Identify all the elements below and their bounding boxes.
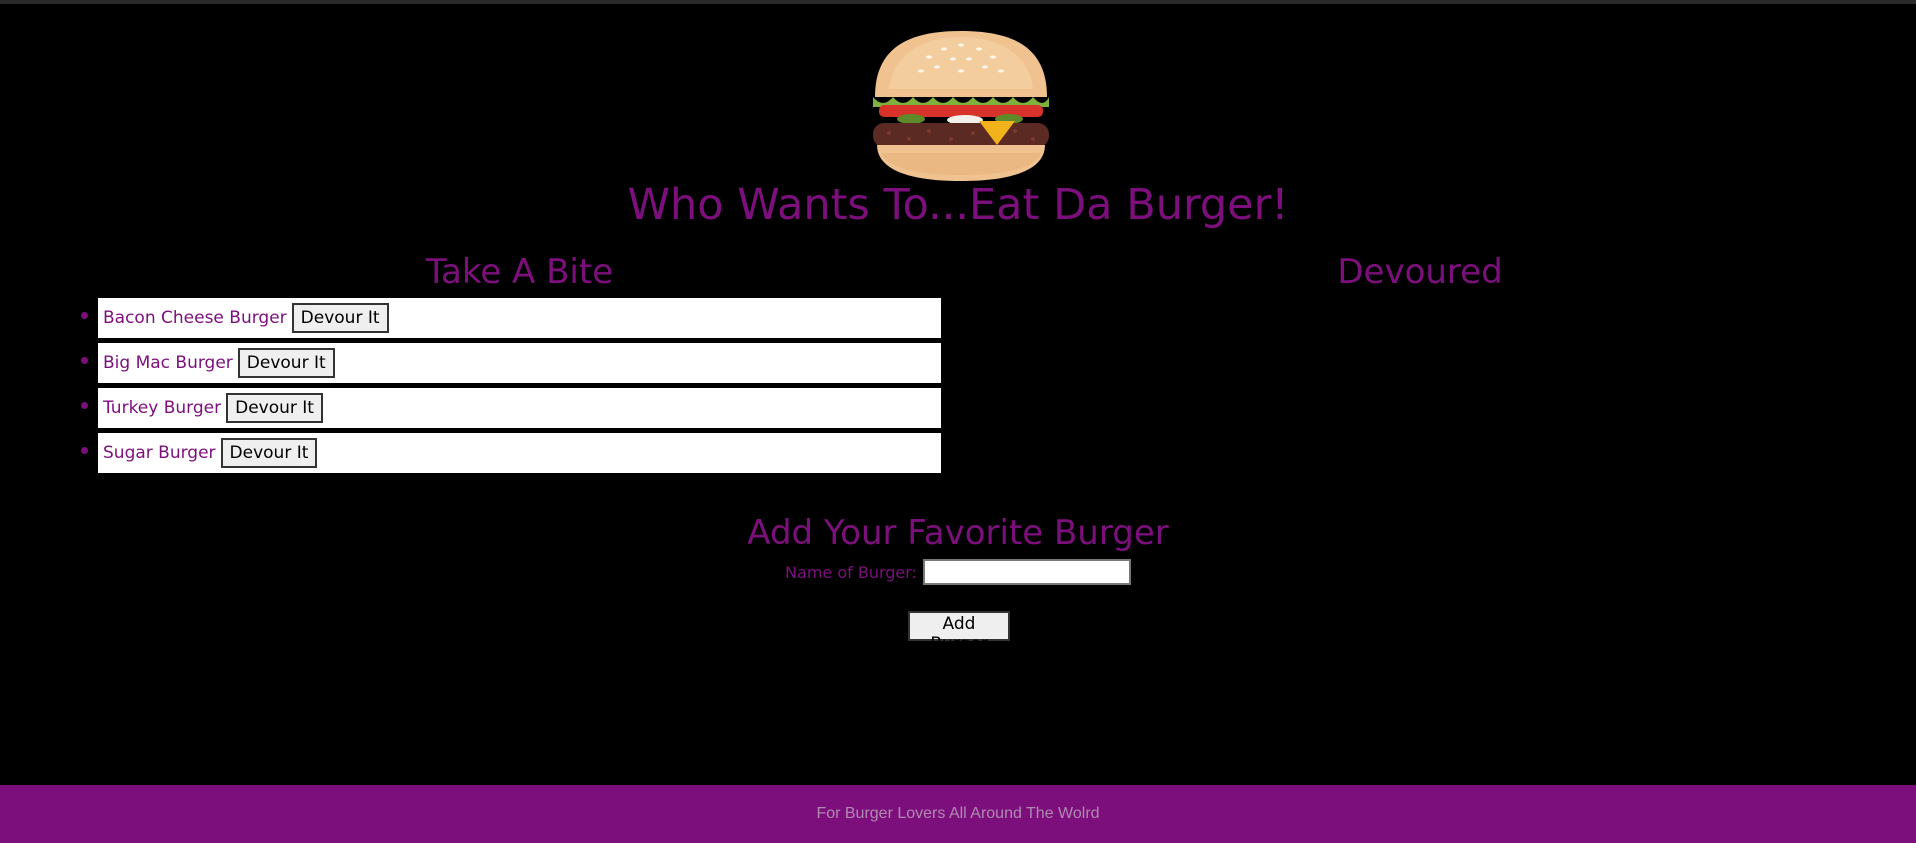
bullet-icon	[81, 357, 88, 364]
take-a-bite-heading: Take A Bite	[425, 252, 614, 292]
bullet-icon	[81, 447, 88, 454]
add-burger-heading: Add Your Favorite Burger	[747, 513, 1169, 553]
burger-name: Big Mac Burger	[103, 353, 233, 373]
footer: For Burger Lovers All Around The Wolrd	[0, 785, 1916, 843]
bullet-icon	[81, 312, 88, 319]
page-title: Who Wants To...Eat Da Burger!	[627, 180, 1289, 230]
page: Who Wants To...Eat Da Burger! Take A Bit…	[0, 4, 1916, 843]
burger-name-label: Name of Burger:	[785, 562, 917, 582]
list-item: Sugar Burger Devour It	[81, 433, 941, 473]
burger-name-input[interactable]	[922, 559, 1131, 585]
devour-button[interactable]: Devour It	[237, 348, 335, 378]
add-burger-button[interactable]: Add Burger	[908, 611, 1010, 654]
footer-text: For Burger Lovers All Around The Wolrd	[816, 805, 1100, 822]
list-item: Turkey Burger Devour It	[81, 388, 941, 428]
burger-list: Bacon Cheese Burger Devour It Big Mac Bu…	[81, 298, 941, 478]
list-item: Big Mac Burger Devour It	[81, 343, 941, 383]
devour-button[interactable]: Devour It	[220, 438, 318, 468]
burger-name: Turkey Burger	[103, 398, 222, 418]
add-burger-form: Name of Burger:	[0, 559, 1916, 585]
devoured-heading: Devoured	[1337, 252, 1503, 292]
devour-button[interactable]: Devour It	[291, 303, 389, 333]
list-item: Bacon Cheese Burger Devour It	[81, 298, 941, 338]
burger-name: Bacon Cheese Burger	[103, 308, 287, 328]
hamburger-icon	[873, 31, 1049, 181]
devour-button[interactable]: Devour It	[226, 393, 323, 423]
bullet-icon	[81, 402, 88, 409]
burger-name: Sugar Burger	[103, 443, 216, 463]
